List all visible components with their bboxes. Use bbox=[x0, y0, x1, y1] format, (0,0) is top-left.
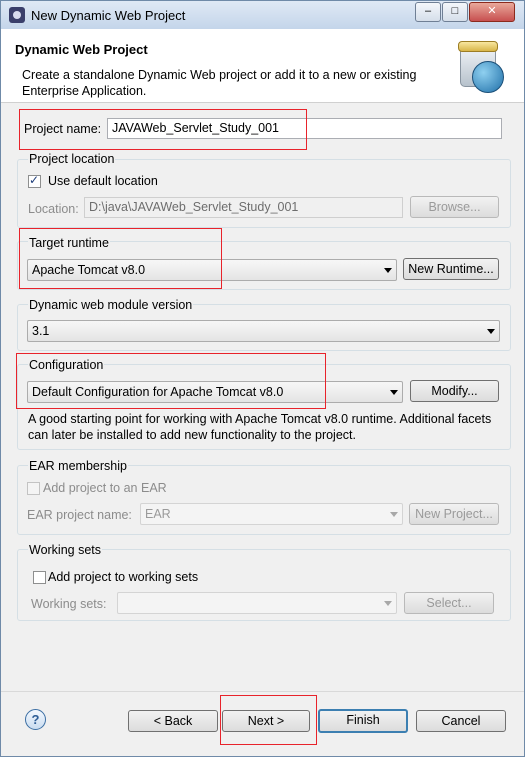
project-name-highlight bbox=[19, 109, 307, 150]
footer-separator bbox=[1, 691, 524, 692]
web-project-globe-icon bbox=[456, 41, 504, 93]
cancel-button[interactable]: Cancel bbox=[416, 710, 506, 732]
window-title: New Dynamic Web Project bbox=[31, 8, 186, 23]
chevron-down-icon bbox=[390, 390, 398, 395]
close-button[interactable]: ✕ bbox=[469, 2, 515, 22]
help-icon[interactable]: ? bbox=[25, 709, 46, 730]
select-button[interactable]: Select... bbox=[404, 592, 494, 614]
location-input[interactable]: D:\java\JAVAWeb_Servlet_Study_001 bbox=[84, 197, 403, 218]
target-runtime-highlight bbox=[19, 228, 222, 289]
module-version-value: 3.1 bbox=[32, 324, 50, 338]
page-title: Dynamic Web Project bbox=[15, 42, 148, 57]
chevron-down-icon bbox=[487, 329, 495, 334]
ear-project-name-label: EAR project name: bbox=[27, 508, 132, 522]
ear-membership-heading: EAR membership bbox=[28, 459, 128, 473]
project-location-heading: Project location bbox=[28, 152, 116, 166]
working-sets-label: Working sets: bbox=[31, 597, 107, 611]
chevron-down-icon bbox=[390, 512, 398, 517]
configuration-highlight bbox=[16, 353, 326, 409]
chevron-down-icon bbox=[384, 601, 392, 606]
use-default-location-label: Use default location bbox=[48, 174, 158, 188]
module-version-heading: Dynamic web module version bbox=[28, 298, 194, 312]
ear-project-value: EAR bbox=[145, 507, 171, 521]
page-description: Create a standalone Dynamic Web project … bbox=[22, 68, 417, 98]
browse-button[interactable]: Browse... bbox=[410, 196, 499, 218]
configuration-description: A good starting point for working with A… bbox=[28, 412, 492, 442]
add-to-working-sets-checkbox[interactable] bbox=[33, 571, 46, 584]
eclipse-icon bbox=[9, 7, 25, 23]
wizard-header: Dynamic Web Project Create a standalone … bbox=[1, 29, 524, 103]
module-version-select[interactable]: 3.1 bbox=[27, 320, 500, 342]
modify-button[interactable]: Modify... bbox=[410, 380, 499, 402]
finish-button[interactable]: Finish bbox=[318, 709, 408, 733]
minimize-button[interactable]: – bbox=[415, 2, 441, 22]
new-project-button[interactable]: New Project... bbox=[409, 503, 499, 525]
next-button-highlight bbox=[220, 695, 317, 745]
chevron-down-icon bbox=[384, 268, 392, 273]
add-to-working-sets-label: Add project to working sets bbox=[48, 570, 199, 584]
ear-project-select[interactable]: EAR bbox=[140, 503, 403, 525]
new-dynamic-web-project-dialog: New Dynamic Web Project – □ ✕ Dynamic We… bbox=[0, 0, 525, 757]
location-label: Location: bbox=[28, 202, 79, 216]
use-default-location-checkbox[interactable]: ✓ bbox=[28, 173, 41, 188]
title-bar[interactable]: New Dynamic Web Project – □ ✕ bbox=[1, 1, 524, 29]
new-runtime-button[interactable]: New Runtime... bbox=[403, 258, 499, 280]
checkmark-icon: ✓ bbox=[29, 173, 40, 187]
maximize-button[interactable]: □ bbox=[442, 2, 468, 22]
add-to-ear-label: Add project to an EAR bbox=[43, 481, 167, 495]
working-sets-heading: Working sets bbox=[28, 543, 103, 557]
working-sets-select[interactable] bbox=[117, 592, 397, 614]
add-to-ear-checkbox[interactable] bbox=[27, 482, 40, 495]
back-button[interactable]: < Back bbox=[128, 710, 218, 732]
